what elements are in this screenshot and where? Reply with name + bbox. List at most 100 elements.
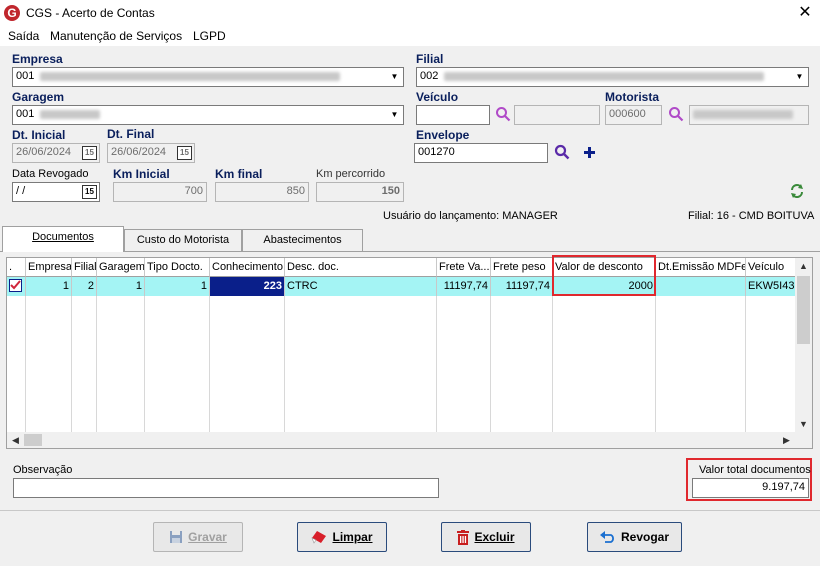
garagem-value: 001	[16, 108, 35, 120]
scroll-thumb[interactable]	[797, 276, 810, 344]
redacted-text	[40, 109, 101, 119]
scroll-down-icon[interactable]: ▼	[795, 416, 812, 432]
redacted-text	[40, 71, 341, 81]
chevron-down-icon[interactable]: ▼	[792, 69, 807, 85]
calendar-icon[interactable]: 15	[82, 146, 97, 160]
scroll-up-icon[interactable]: ▲	[795, 258, 812, 274]
col-header-conhecimento[interactable]: Conhecimento	[210, 258, 285, 277]
cell-filial[interactable]: 2	[72, 277, 97, 296]
menu-manutencao[interactable]: Manutenção de Serviços	[50, 29, 182, 43]
cell-veiculo[interactable]: EKW5I43	[746, 277, 796, 296]
tab-abastecimentos[interactable]: Abastecimentos	[242, 229, 363, 251]
search-icon[interactable]	[554, 144, 570, 160]
window-title: CGS - Acerto de Contas	[26, 6, 155, 20]
observacao-input[interactable]	[13, 478, 439, 498]
chevron-down-icon[interactable]: ▼	[387, 107, 402, 123]
envelope-input[interactable]: 001270	[414, 143, 548, 163]
grid-line	[25, 296, 26, 432]
calendar-icon[interactable]: 15	[177, 146, 192, 160]
cell-frete-peso[interactable]: 11197,74	[491, 277, 553, 296]
filial-label: Filial	[416, 52, 444, 66]
row-checkbox-cell[interactable]	[7, 277, 26, 296]
km-final-input[interactable]: 850	[215, 182, 309, 202]
garagem-select[interactable]: 001 ▼	[12, 105, 404, 125]
gravar-button[interactable]: Gravar	[153, 522, 243, 552]
col-header-filial[interactable]: Filial	[72, 258, 97, 277]
veiculo-input[interactable]	[416, 105, 490, 125]
dt-inicial-value: 26/06/2024	[16, 146, 72, 158]
grid-line	[552, 296, 553, 432]
usuario-lancamento: Usuário do lançamento: MANAGER	[383, 210, 558, 222]
motorista-input[interactable]: 000600	[605, 105, 662, 125]
scroll-right-icon[interactable]: ▶	[778, 432, 795, 448]
grid-line	[436, 296, 437, 432]
save-icon	[170, 531, 183, 543]
scroll-thumb[interactable]	[24, 434, 42, 446]
col-header-veiculo[interactable]: Veículo	[746, 258, 796, 277]
filial-select[interactable]: 002 ▼	[416, 67, 809, 87]
col-header-frete-valor[interactable]: Frete Va...	[437, 258, 491, 277]
menu-saida[interactable]: Saída	[8, 29, 39, 43]
observacao-label: Observação	[13, 464, 73, 476]
grid-line	[209, 296, 210, 432]
tab-documentos-label: Documentos	[32, 231, 94, 243]
checkbox-checked-icon[interactable]	[9, 279, 22, 292]
close-icon[interactable]: ✕	[794, 3, 816, 23]
calendar-icon[interactable]: 15	[82, 185, 97, 199]
grid-line	[284, 296, 285, 432]
tab-custo-motorista[interactable]: Custo do Motorista	[124, 229, 242, 251]
col-header-select[interactable]: .	[7, 258, 26, 277]
cell-dt-emissao[interactable]	[656, 277, 746, 296]
horizontal-scrollbar[interactable]: ◀ ▶	[7, 432, 812, 448]
grid-line	[745, 296, 746, 432]
dt-inicial-input[interactable]: 26/06/2024 15	[12, 143, 100, 163]
col-header-desc-doc[interactable]: Desc. doc.	[285, 258, 437, 277]
km-inicial-input[interactable]: 700	[113, 182, 207, 202]
cell-conhecimento[interactable]: 223	[210, 277, 285, 296]
veiculo-description	[514, 105, 600, 125]
gravar-label: Gravar	[188, 530, 227, 544]
excluir-label: Excluir	[474, 530, 515, 544]
excluir-button[interactable]: Excluir	[441, 522, 531, 552]
veiculo-label: Veículo	[416, 90, 459, 104]
col-header-dt-emissao[interactable]: Dt.Emissão MDFe	[656, 258, 746, 277]
grid-line	[71, 296, 72, 432]
dt-final-input[interactable]: 26/06/2024 15	[107, 143, 195, 163]
revogar-button[interactable]: Revogar	[587, 522, 682, 552]
limpar-label: Limpar	[332, 530, 373, 544]
menu-lgpd[interactable]: LGPD	[193, 29, 226, 43]
tab-documentos[interactable]: Documentos	[2, 226, 124, 252]
col-header-empresa[interactable]: Empresa	[26, 258, 72, 277]
grid-line	[655, 296, 656, 432]
app-logo-icon: G	[4, 5, 20, 21]
documents-grid[interactable]: . Empresa Filial Garagem Tipo Docto. Con…	[6, 257, 813, 449]
dt-inicial-label: Dt. Inicial	[12, 128, 66, 142]
data-revogado-value: / /	[16, 185, 26, 197]
revogar-label: Revogar	[620, 530, 670, 544]
motorista-label: Motorista	[605, 90, 659, 104]
col-header-garagem[interactable]: Garagem	[97, 258, 145, 277]
envelope-label: Envelope	[416, 128, 470, 142]
vertical-scrollbar[interactable]: ▲ ▼	[795, 258, 812, 432]
col-header-tipo-docto[interactable]: Tipo Docto.	[145, 258, 210, 277]
add-icon[interactable]	[584, 147, 595, 158]
search-icon[interactable]	[668, 106, 684, 122]
trash-icon	[457, 529, 470, 545]
search-icon[interactable]	[495, 106, 511, 122]
refresh-icon[interactable]	[789, 183, 805, 199]
cell-tipo-docto[interactable]: 1	[145, 277, 210, 296]
empresa-select[interactable]: 001 ▼	[12, 67, 404, 87]
empresa-value: 001	[16, 70, 35, 82]
scroll-left-icon[interactable]: ◀	[7, 432, 24, 448]
km-final-label: Km final	[215, 167, 263, 181]
cell-empresa[interactable]: 1	[26, 277, 72, 296]
dt-final-label: Dt. Final	[107, 127, 155, 141]
cell-garagem[interactable]: 1	[97, 277, 145, 296]
data-revogado-input[interactable]: / / 15	[12, 182, 100, 202]
motorista-name	[689, 105, 809, 125]
col-header-frete-peso[interactable]: Frete peso	[491, 258, 553, 277]
limpar-button[interactable]: Limpar	[297, 522, 387, 552]
cell-frete-valor[interactable]: 11197,74	[437, 277, 491, 296]
cell-desc-doc[interactable]: CTRC	[285, 277, 437, 296]
chevron-down-icon[interactable]: ▼	[387, 69, 402, 85]
